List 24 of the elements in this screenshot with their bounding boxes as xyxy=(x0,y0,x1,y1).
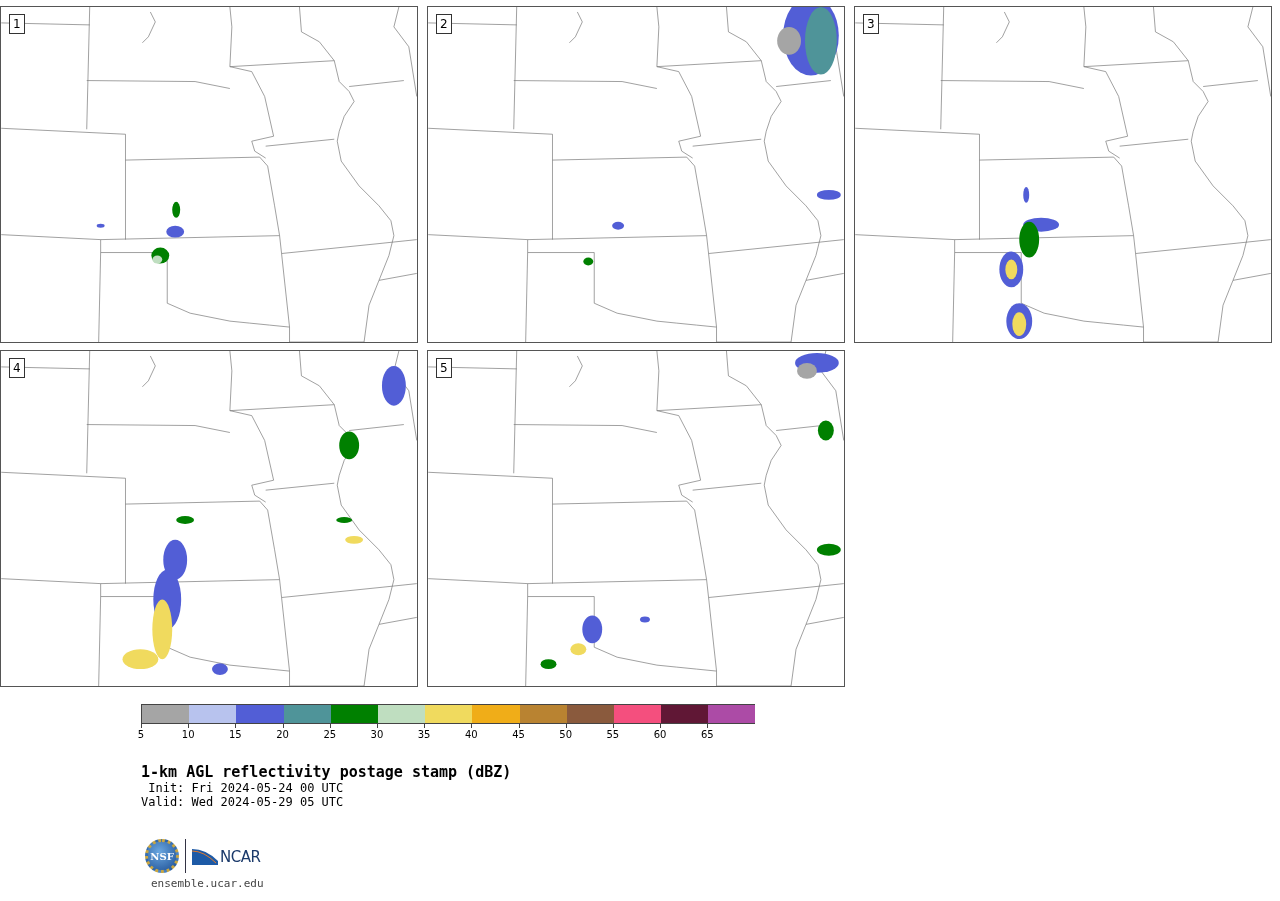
website-url: ensemble.ucar.edu xyxy=(151,877,264,890)
tick-label: 30 xyxy=(370,729,384,740)
tick-label: 35 xyxy=(417,729,431,740)
tick-label: 20 xyxy=(276,729,289,740)
tick-label: 10 xyxy=(181,729,195,740)
panel-number: 5 xyxy=(436,358,452,378)
ncar-logo: NCAR xyxy=(192,847,261,865)
panel-number: 3 xyxy=(863,14,879,34)
panel-number: 2 xyxy=(436,14,452,34)
tick-label: 65 xyxy=(700,729,714,740)
panel-number: 1 xyxy=(9,14,25,34)
tick-label: 15 xyxy=(229,729,242,740)
tick-label: 40 xyxy=(464,729,478,740)
tick-label: 55 xyxy=(606,729,620,740)
tick-label: 25 xyxy=(323,729,337,740)
valid-time: Valid: Wed 2024-05-29 05 UTC xyxy=(141,795,345,809)
panel-number: 4 xyxy=(9,358,25,378)
seal-logo: NSF xyxy=(145,839,179,873)
tick-label: 60 xyxy=(653,729,667,740)
tick-label: 50 xyxy=(559,729,573,740)
init-time: Init: Fri 2024-05-24 00 UTC xyxy=(147,781,345,795)
tick-label: 45 xyxy=(512,729,525,740)
tick-label: 5 xyxy=(137,729,145,740)
chart-title: 1-km AGL reflectivity postage stamp (dBZ) xyxy=(141,763,513,781)
